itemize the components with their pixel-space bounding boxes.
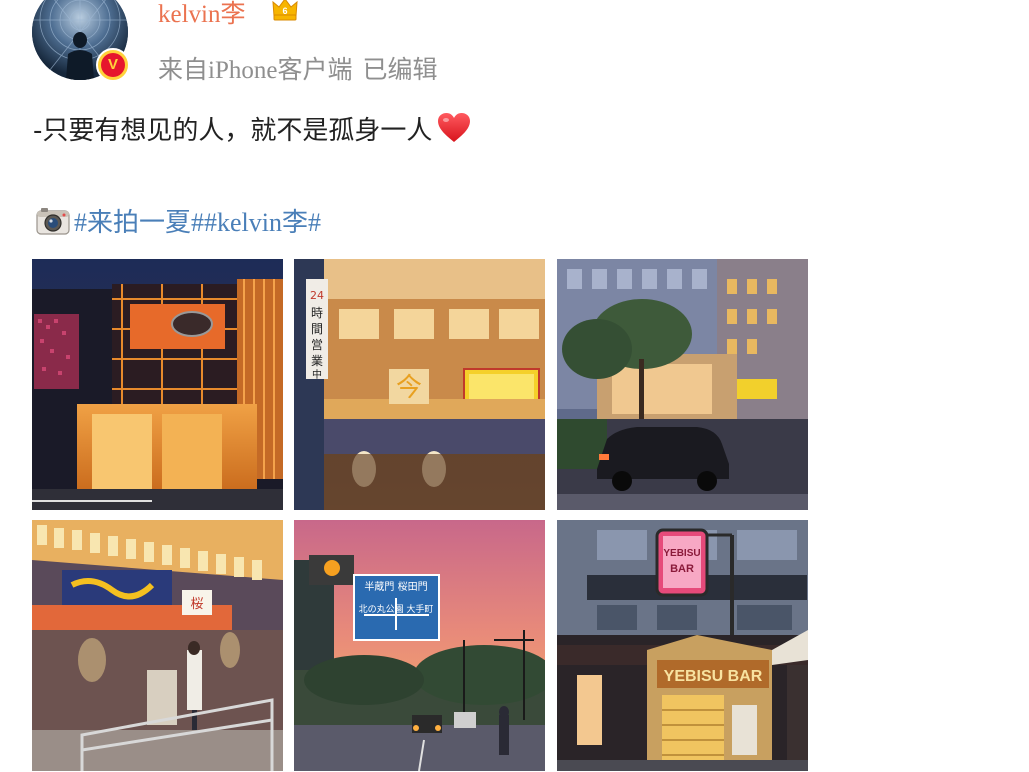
weibo-post: V kelvin李 6 来自iPhone客户端 已编辑 -只要有想见的人，就不是孤… (0, 0, 1029, 772)
camera-emoji-icon (36, 207, 70, 235)
photo-thumbnail[interactable]: 半蔵門 桜田門 北の丸公園 大手町 (294, 520, 545, 771)
heart-emoji-icon (438, 113, 471, 142)
photo-thumbnail[interactable]: 24 時 間 営 業 中 今 (294, 259, 545, 510)
vip-crown-icon[interactable]: 6 (270, 0, 300, 24)
svg-text:今: 今 (396, 373, 422, 403)
verified-badge-icon: V (96, 48, 130, 82)
svg-text:YEBISU BAR: YEBISU BAR (664, 668, 763, 685)
svg-text:営: 営 (311, 338, 323, 352)
svg-text:6: 6 (282, 6, 287, 16)
svg-text:間: 間 (311, 322, 323, 336)
photo-thumbnail[interactable] (557, 259, 808, 510)
tag-link-kelvinli[interactable]: #kelvin李# (204, 202, 321, 239)
edited-label[interactable]: 已编辑 (362, 57, 437, 84)
username-link[interactable]: kelvin李 (158, 0, 246, 30)
post-text-content: -只要有想见的人，就不是孤身一人 (33, 116, 433, 146)
svg-text:業: 業 (311, 354, 323, 368)
svg-text:北の丸公園 大手町: 北の丸公園 大手町 (359, 603, 434, 615)
photo-thumbnail[interactable] (32, 259, 283, 510)
topic-tags: #来拍一夏# #kelvin李# (36, 202, 321, 239)
svg-text:半蔵門 桜田門: 半蔵門 桜田門 (364, 580, 427, 593)
svg-text:桜: 桜 (190, 597, 203, 612)
post-meta: 来自iPhone客户端 已编辑 (158, 50, 437, 86)
avatar[interactable]: V (32, 0, 130, 82)
post-source[interactable]: 来自iPhone客户端 (158, 57, 352, 84)
post-text: -只要有想见的人，就不是孤身一人 (33, 110, 472, 147)
svg-text:時: 時 (311, 306, 323, 320)
svg-text:24: 24 (310, 289, 324, 302)
svg-text:BAR: BAR (670, 563, 694, 575)
svg-text:中: 中 (312, 368, 322, 381)
svg-text:YEBISU: YEBISU (663, 548, 700, 559)
photo-thumbnail[interactable]: YEBISU BAR YEBISU BAR (557, 520, 808, 771)
tag-link-laipaiyixia[interactable]: #来拍一夏# (74, 202, 204, 239)
photo-thumbnail[interactable]: 桜 (32, 520, 283, 771)
